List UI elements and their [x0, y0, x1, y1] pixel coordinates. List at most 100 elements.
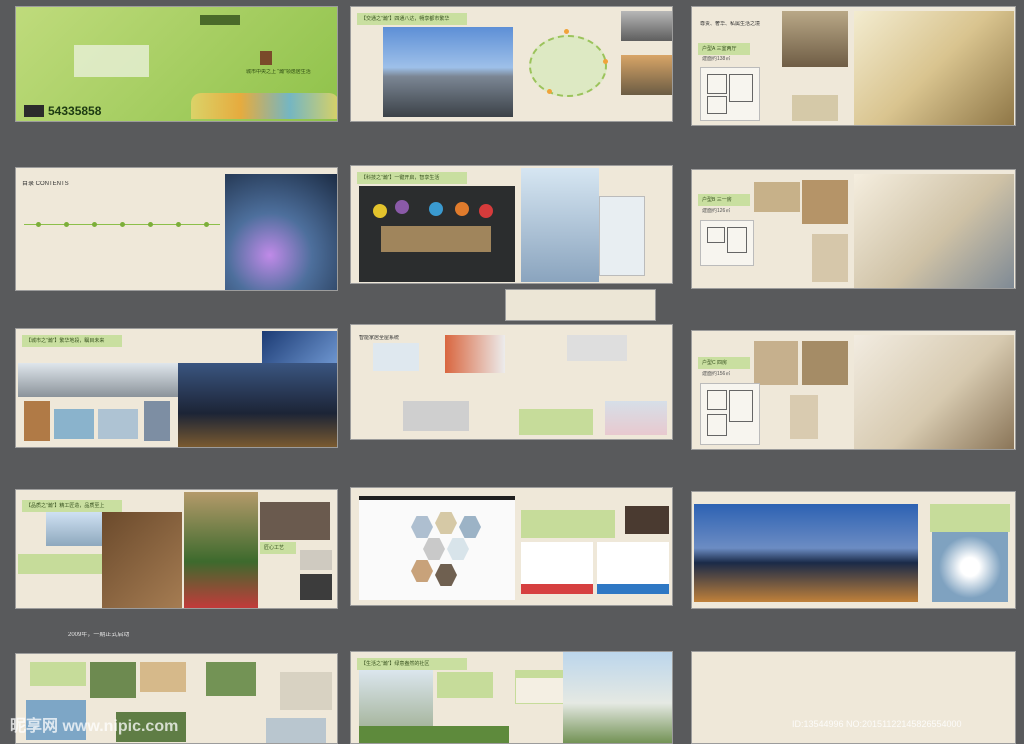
landmark-photo-3: [98, 409, 138, 439]
life-text-block-1: [437, 672, 493, 698]
network-node: [564, 29, 569, 34]
hands-circle-photo: [932, 532, 1008, 602]
app-bubble: [395, 200, 409, 214]
timeline-node: [120, 222, 125, 227]
timeline-node: [64, 222, 69, 227]
page-unit-c[interactable]: 户型C 四房 建面约156㎡: [691, 330, 1016, 450]
cover-slogan: 城市中央之上 “瀚”领逸居生活: [246, 69, 311, 75]
phone-ui-mockup: [599, 196, 645, 276]
quality-title: 【品质之“瀚”】精工匠造，品质至上: [22, 500, 122, 512]
unit-b-interior-1: [754, 182, 800, 212]
unit-c-floorplan: [700, 383, 760, 445]
page-smart-services[interactable]: [350, 487, 673, 606]
page-unit-a[interactable]: 尊贵、奢华、私属生活之境 户型A 三室两厅 建面约138㎡: [691, 6, 1016, 126]
phone-card-blue: [597, 542, 669, 594]
aerial-blue-photo: [262, 331, 337, 363]
tech-strip: [505, 289, 656, 321]
unit-c-area: 建面约156㎡: [702, 371, 731, 377]
page-city[interactable]: 【城市之“瀚”】繁华地段，瞩目未来: [15, 328, 338, 448]
community-photo-7: [266, 718, 326, 743]
community-photo-2: [140, 662, 186, 692]
quality-text-block: [18, 554, 102, 574]
community-photo-1: [90, 662, 136, 698]
life-tower-photo: [563, 652, 672, 743]
cover-phone: 54335858: [48, 104, 102, 118]
services-text-block: [521, 510, 615, 538]
page-tech[interactable]: 【科技之“瀚”】一键开启，智享生活: [350, 165, 673, 284]
contents-title: 目录 CONTENTS: [22, 181, 69, 187]
quality-interior-3: [300, 574, 332, 600]
skyline-panorama: [18, 363, 178, 397]
page-night-city[interactable]: [691, 491, 1016, 609]
community-photo-4: [280, 672, 332, 710]
page-transit[interactable]: 【交通之“瀚”】四通八达，畅享都市繁华: [350, 6, 673, 122]
network-node: [547, 89, 552, 94]
community-photo-3: [206, 662, 256, 696]
night-bay-photo: [694, 504, 918, 602]
app-bubble: [455, 202, 469, 216]
quality-interior-2: [300, 550, 332, 570]
smart-photo-2: [445, 335, 505, 373]
city-title: 【城市之“瀚”】繁华地段，瞩目未来: [22, 335, 122, 347]
smart-photo-5: [605, 401, 667, 435]
unit-b-area: 建面约126㎡: [702, 208, 731, 214]
sunset-photo: [621, 55, 672, 95]
cover-illustration: [191, 93, 337, 119]
timeline-node: [176, 222, 181, 227]
page-smart-home[interactable]: 智能家居全屋系统: [350, 324, 673, 440]
app-bubble: [479, 204, 493, 218]
tech-title: 【科技之“瀚”】一键开启，智享生活: [357, 172, 467, 184]
life-text-block-2: [515, 670, 563, 678]
cover-map: [74, 45, 149, 77]
page-quality[interactable]: 【品质之“瀚”】精工匠造，品质至上 匠心工艺: [15, 489, 338, 609]
life-garden-photo: [359, 726, 509, 743]
quality-label: 匠心工艺: [260, 542, 296, 554]
year-note: 2009年，一期正式启动: [68, 632, 130, 638]
timeline-node: [204, 222, 209, 227]
night-city-photo: [178, 363, 337, 447]
city-rail-photo: [383, 27, 513, 117]
unit-c-interior-2: [802, 341, 848, 385]
night-city-text-block: [930, 504, 1010, 532]
unit-b-floorplan: [700, 220, 754, 266]
landmark-photo-4: [144, 401, 170, 441]
unit-a-living-room: [854, 11, 1014, 125]
page-unit-b[interactable]: 户型B 三一房 建面约126㎡: [691, 169, 1016, 289]
transit-title: 【交通之“瀚”】四通八达，畅享都市繁华: [357, 13, 467, 25]
unit-a-interior-1: [782, 11, 848, 67]
life-photo-1: [359, 670, 433, 726]
smart-photo-4: [403, 401, 469, 431]
watermark-id: ID:13544996 NO:20151122145826554000: [792, 719, 962, 729]
app-bubble: [373, 204, 387, 218]
page-cover[interactable]: 城市中央之上 “瀚”领逸居生活 54335858: [15, 6, 338, 122]
landmark-photo-1: [24, 401, 50, 441]
cover-logo: [200, 15, 240, 25]
highway-photo: [621, 11, 672, 41]
unit-b-interior-2: [802, 180, 848, 224]
unit-c-label: 户型C 四房: [698, 357, 750, 369]
page-life[interactable]: 【生活之“瀚”】绿意盎然的社区: [350, 651, 673, 744]
unit-a-label: 户型A 三室两厅: [698, 43, 750, 55]
bridge-photo: [46, 512, 102, 546]
landmark-photo-2: [54, 409, 94, 439]
transit-network: [529, 35, 607, 97]
device-icons-panel: [519, 409, 593, 435]
timeline-node: [36, 222, 41, 227]
page-contents[interactable]: 目录 CONTENTS: [15, 167, 338, 291]
unit-b-living-room: [854, 174, 1014, 288]
cover-emblem: [260, 51, 272, 65]
timeline-node: [92, 222, 97, 227]
cover-qr: [24, 105, 44, 117]
quality-interior-1: [260, 502, 330, 540]
villa-garden-photo: [184, 492, 258, 608]
unit-a-area: 建面约138㎡: [702, 56, 731, 62]
unit-c-interior-3: [790, 395, 818, 439]
people-photo: [625, 506, 669, 534]
smart-photo-1: [373, 343, 419, 371]
page-blank[interactable]: [691, 651, 1016, 744]
unit-b-label: 户型B 三一房: [698, 194, 750, 206]
timeline-node: [148, 222, 153, 227]
unit-b-interior-3: [812, 234, 848, 282]
hex-panel-header: [359, 496, 515, 500]
tech-woman-photo: [225, 174, 337, 290]
